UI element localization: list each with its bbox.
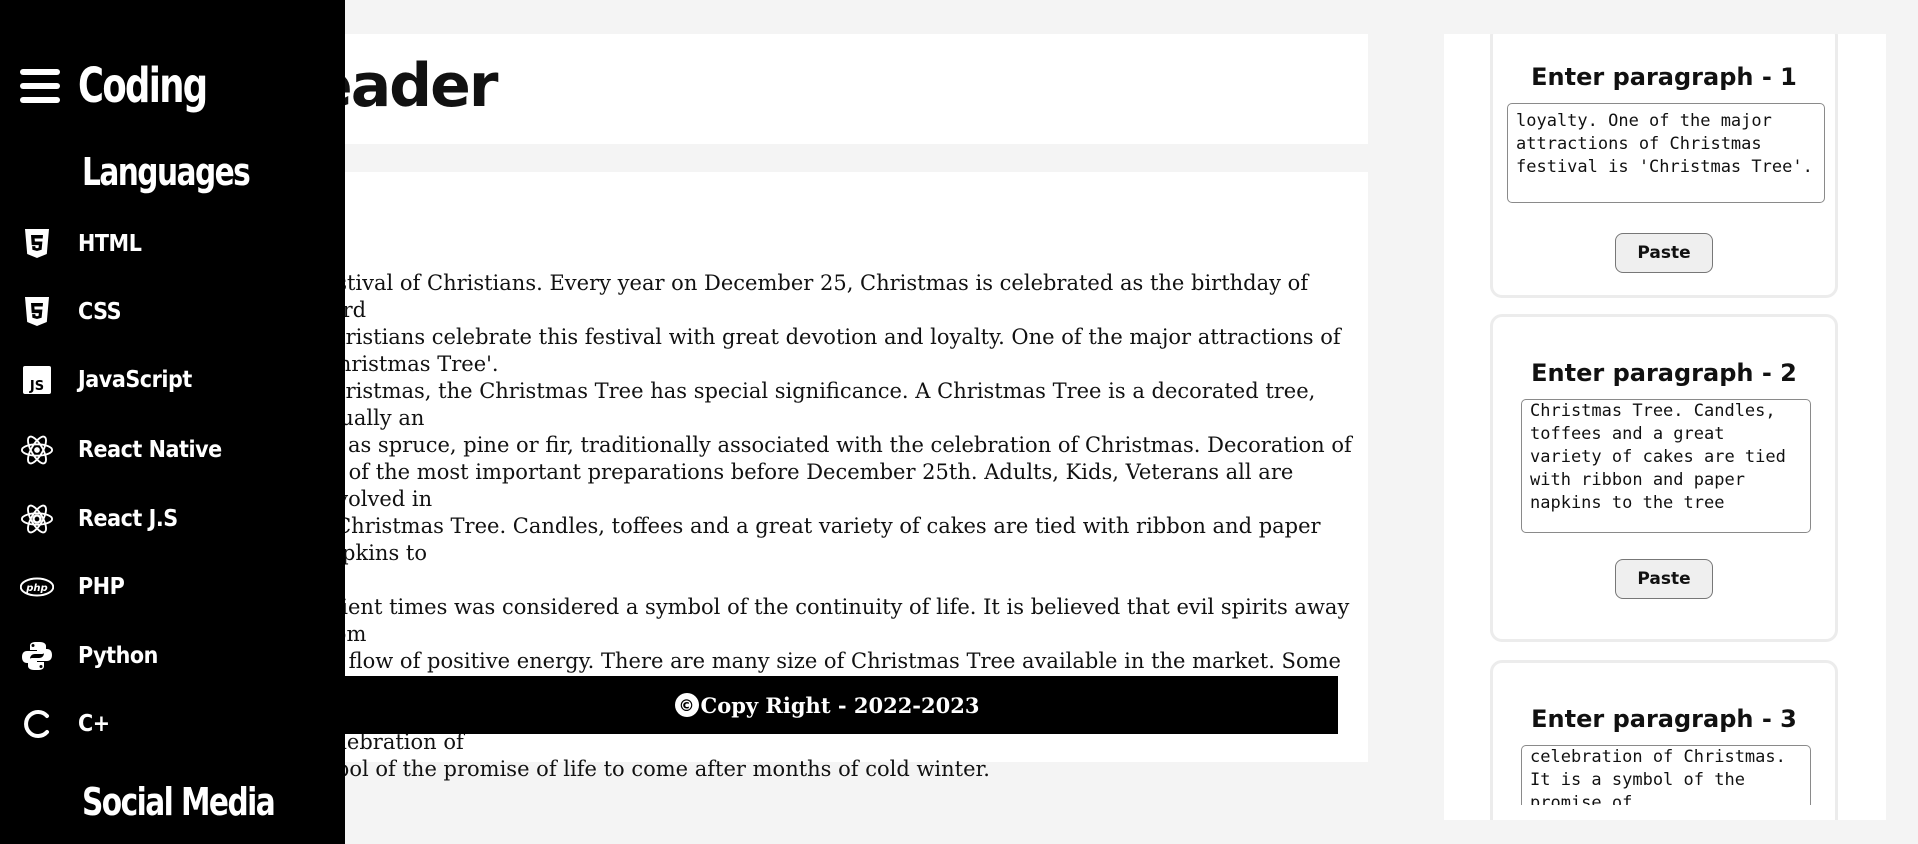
languages-heading: Languages — [82, 150, 251, 194]
header-card: eader — [300, 34, 1368, 144]
sidebar-item-c-plus[interactable]: C+ — [20, 704, 113, 744]
article-line: he of the most important preparations be… — [316, 460, 1294, 511]
sidebar-item-css[interactable]: CSS — [20, 292, 126, 332]
paragraph-card-3: Enter paragraph - 3 celebration of Chris… — [1490, 660, 1838, 820]
sidebar-item-label: React Native — [78, 437, 222, 463]
css3-icon — [20, 295, 54, 329]
sidebar-item-label: JavaScript — [78, 367, 192, 393]
hamburger-menu-icon[interactable] — [20, 69, 60, 103]
sidebar-item-label: PHP — [78, 574, 125, 600]
article-line: ncient times was considered a symbol of … — [316, 595, 1350, 646]
sidebar-item-label: CSS — [78, 299, 122, 325]
sidebar-item-php[interactable]: php PHP — [20, 567, 129, 607]
paragraph-title: Enter paragraph - 2 — [1531, 359, 1797, 387]
paragraph-card-1: Enter paragraph - 1 loyalty. One of the … — [1490, 34, 1838, 298]
sidebar-item-javascript[interactable]: JS JavaScript — [20, 360, 204, 400]
footer-bar: © Copy Right - 2022-2023 — [316, 676, 1338, 734]
social-media-heading: Social Media — [82, 780, 276, 824]
copyright-text: Copy Right - 2022-2023 — [700, 692, 980, 718]
sidebar-item-python[interactable]: Python — [20, 636, 167, 676]
article-line: festival of Christians. Every year on De… — [316, 271, 1309, 322]
paragraph-textarea[interactable]: loyalty. One of the major attractions of… — [1507, 103, 1825, 203]
paste-button[interactable]: Paste — [1615, 559, 1713, 599]
php-icon: php — [20, 570, 54, 604]
paste-button[interactable]: Paste — [1615, 233, 1713, 273]
article-line: ch as spruce, pine or fir, traditionally… — [316, 433, 1352, 457]
sidebar-item-html[interactable]: HTML — [20, 224, 148, 264]
article-line: 'Christmas Tree'. — [316, 352, 499, 376]
copyright-icon: © — [674, 693, 699, 717]
brand: Coding — [20, 58, 235, 114]
content-card: festival of Christians. Every year on De… — [300, 172, 1368, 808]
paragraph-card-2: Enter paragraph - 2 Christmas Tree. Cand… — [1490, 314, 1838, 642]
sidebar-item-label: React J.S — [78, 506, 178, 532]
react-icon — [20, 433, 54, 467]
article-line — [316, 567, 1356, 594]
paragraph-textarea[interactable]: celebration of Christmas. It is a symbol… — [1521, 745, 1811, 805]
sidebar-item-label: C+ — [78, 711, 110, 737]
html5-icon — [20, 227, 54, 261]
js-icon: JS — [20, 363, 54, 397]
c-icon — [20, 707, 54, 741]
svg-text:php: php — [25, 583, 48, 594]
brand-title: Coding — [78, 58, 208, 114]
article-line: mbol of the promise of life to come afte… — [316, 757, 990, 781]
sidebar-item-react-js[interactable]: React J.S — [20, 499, 189, 539]
sidebar-item-label: Python — [78, 643, 158, 669]
paragraph-panel: Enter paragraph - 1 loyalty. One of the … — [1444, 34, 1886, 820]
svg-text:JS: JS — [29, 379, 44, 394]
paragraph-textarea[interactable]: Christmas Tree. Candles, toffees and a g… — [1521, 399, 1811, 533]
react-icon — [20, 502, 54, 536]
python-icon — [20, 639, 54, 673]
article-line: e Christmas Tree. Candles, toffees and a… — [316, 514, 1321, 565]
paragraph-title: Enter paragraph - 1 — [1531, 63, 1797, 91]
article-line: Christmas, the Christmas Tree has specia… — [316, 379, 1316, 430]
sidebar-item-label: HTML — [78, 231, 142, 257]
sidebar-item-react-native[interactable]: React Native — [20, 430, 238, 470]
article-line: ?? — [316, 783, 1356, 810]
sidebar: Coding Languages HTML CSS JS JavaScript … — [0, 0, 345, 844]
paragraph-title: Enter paragraph - 3 — [1531, 705, 1797, 733]
article-line: Christians celebrate this festival with … — [316, 325, 1341, 349]
